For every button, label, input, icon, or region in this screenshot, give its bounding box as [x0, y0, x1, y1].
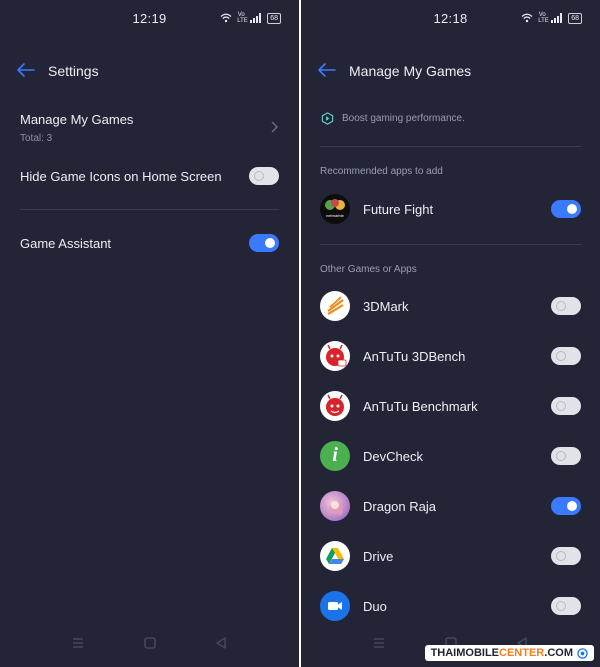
- drive-toggle[interactable]: [551, 547, 581, 565]
- future-fight-icon: netmarble: [320, 194, 350, 224]
- volte-indicator: Vo LTE: [237, 12, 248, 24]
- app-label: DevCheck: [363, 449, 423, 464]
- antutu-benchmark-toggle[interactable]: [551, 397, 581, 415]
- menu-icon[interactable]: [70, 635, 86, 651]
- list-item-drive: Drive: [301, 541, 600, 571]
- wifi-icon: [521, 13, 533, 23]
- hide-icons-toggle[interactable]: [249, 167, 279, 185]
- antutu-3dbench-toggle[interactable]: [551, 347, 581, 365]
- app-label: 3DMark: [363, 299, 409, 314]
- volte-indicator: Vo LTE: [538, 12, 549, 24]
- divider: [20, 209, 279, 210]
- settings-screen: 12:19 Vo LTE 68 Settings Manage My Games…: [0, 0, 299, 667]
- list-item-3dmark: 3DMark: [301, 291, 600, 321]
- chevron-right-icon: [271, 121, 278, 133]
- 3dmark-icon: [320, 291, 350, 321]
- page-title: Manage My Games: [349, 63, 472, 79]
- game-assistant-label: Game Assistant: [20, 236, 112, 251]
- list-item-dragon-raja: Dragon Raja: [301, 491, 600, 521]
- watermark-logo-icon: [577, 647, 588, 659]
- back-icon[interactable]: [213, 635, 229, 651]
- nav-bar: [0, 635, 299, 655]
- status-icons: Vo LTE 68: [521, 12, 582, 24]
- wifi-icon: [220, 13, 232, 23]
- menu-icon[interactable]: [371, 635, 387, 651]
- dragon-raja-icon: [320, 491, 350, 521]
- manage-my-games-label: Manage My Games: [20, 112, 134, 127]
- app-label: Drive: [363, 549, 394, 564]
- duo-icon: [320, 591, 350, 621]
- list-item-devcheck: i DevCheck: [301, 441, 600, 471]
- divider: [320, 146, 581, 147]
- list-item-antutu-3dbench: AnTuTu 3DBench: [301, 341, 600, 371]
- manage-my-games-row[interactable]: Manage My Games Total: 3: [0, 108, 299, 152]
- list-item-duo: Duo: [301, 591, 600, 621]
- boost-info: Boost gaming performance.: [301, 110, 600, 128]
- devcheck-toggle[interactable]: [551, 447, 581, 465]
- list-item-future-fight: netmarble Future Fight: [301, 194, 600, 224]
- divider: [320, 244, 581, 245]
- game-assistant-toggle[interactable]: [249, 234, 279, 252]
- battery-indicator: 68: [267, 12, 281, 24]
- status-bar: 12:18 Vo LTE 68: [301, 0, 600, 36]
- back-arrow-icon[interactable]: [317, 62, 337, 78]
- watermark: THAIMOBILECENTER.COM: [424, 645, 594, 661]
- page-title: Settings: [48, 63, 99, 79]
- manage-games-screen: 12:18 Vo LTE 68 Manage My Games Boost ga…: [301, 0, 600, 667]
- status-icons: Vo LTE 68: [220, 12, 281, 24]
- duo-toggle[interactable]: [551, 597, 581, 615]
- home-icon[interactable]: [142, 635, 158, 651]
- drive-icon: [320, 541, 350, 571]
- app-label: AnTuTu 3DBench: [363, 349, 466, 364]
- recommended-header: Recommended apps to add: [320, 166, 443, 177]
- status-bar: 12:19 Vo LTE 68: [0, 0, 299, 36]
- app-label: AnTuTu Benchmark: [363, 399, 478, 414]
- dragon-raja-toggle[interactable]: [551, 497, 581, 515]
- signal-icon: [551, 13, 563, 23]
- app-label: Duo: [363, 599, 387, 614]
- back-arrow-icon[interactable]: [16, 62, 36, 78]
- game-assistant-row: Game Assistant: [0, 230, 299, 258]
- signal-icon: [250, 13, 262, 23]
- app-label: Future Fight: [363, 202, 434, 217]
- boost-text: Boost gaming performance.: [342, 113, 465, 124]
- manage-my-games-total: Total: 3: [20, 133, 53, 144]
- other-games-header: Other Games or Apps: [320, 264, 417, 275]
- battery-indicator: 68: [568, 12, 582, 24]
- list-item-antutu-benchmark: AnTuTu Benchmark: [301, 391, 600, 421]
- 3dmark-toggle[interactable]: [551, 297, 581, 315]
- future-fight-toggle[interactable]: [551, 200, 581, 218]
- antutu-benchmark-icon: [320, 391, 350, 421]
- hide-icons-row: Hide Game Icons on Home Screen: [0, 163, 299, 191]
- hide-icons-label: Hide Game Icons on Home Screen: [20, 169, 222, 184]
- app-label: Dragon Raja: [363, 499, 436, 514]
- boost-icon: [321, 112, 334, 125]
- devcheck-icon: i: [320, 441, 350, 471]
- app-bar: Manage My Games: [301, 56, 600, 86]
- antutu-3dbench-icon: [320, 341, 350, 371]
- app-bar: Settings: [0, 56, 299, 86]
